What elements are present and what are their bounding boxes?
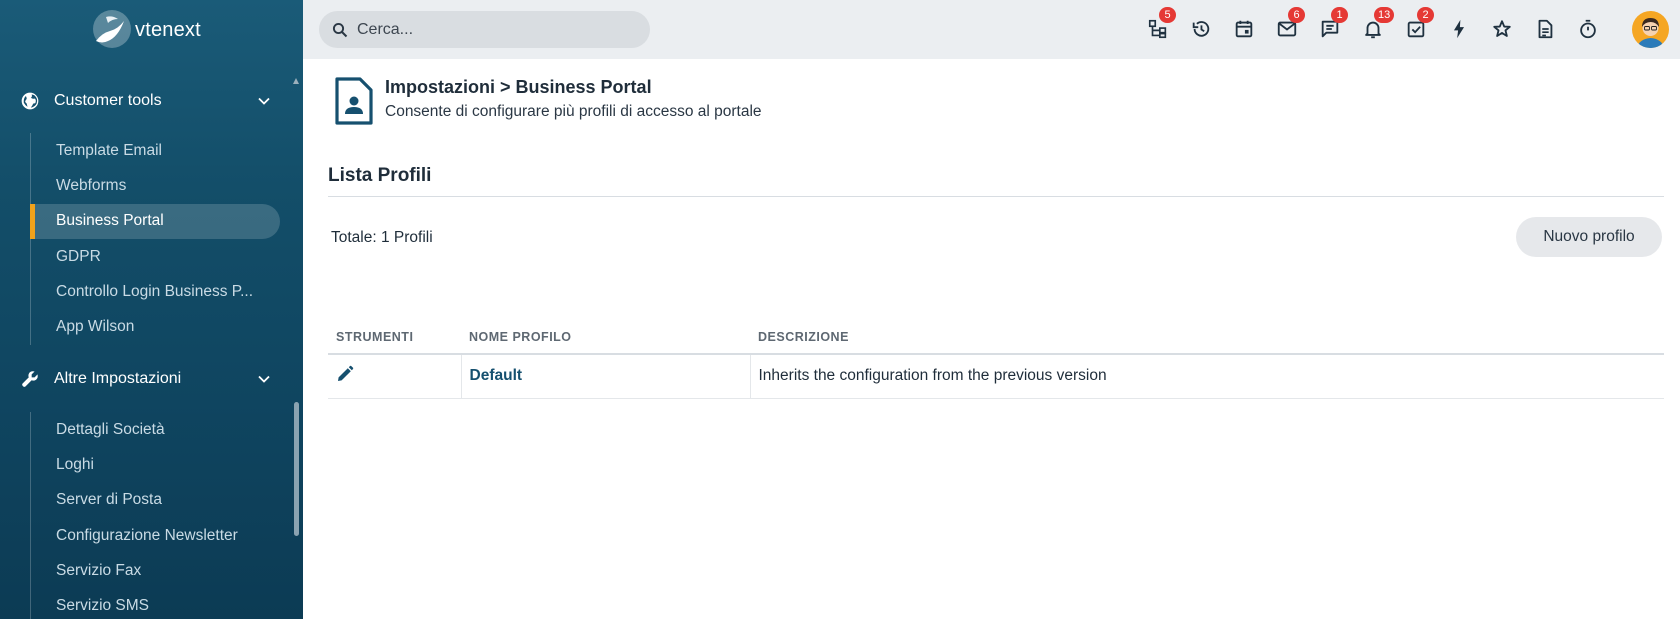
star-icon[interactable]: [1489, 16, 1515, 42]
section-altre-impostazioni[interactable]: Altre Impostazioni: [0, 357, 285, 401]
section-customer-tools[interactable]: Customer tools: [0, 79, 285, 123]
section-label: Altre Impostazioni: [54, 370, 182, 387]
notification-badge: 1: [1331, 7, 1348, 23]
mail-icon[interactable]: 6: [1274, 7, 1305, 42]
bell-icon[interactable]: 13: [1360, 7, 1395, 42]
sidebar-item-servizio-fax[interactable]: Servizio Fax: [31, 553, 280, 588]
document-icon[interactable]: [1532, 16, 1558, 42]
total-count: Totale: 1 Profili: [331, 229, 433, 246]
column-header-descrizione: DESCRIZIONE: [750, 321, 1664, 355]
scrollbar-thumb[interactable]: [294, 402, 299, 536]
vtenext-logo-icon: [93, 10, 131, 48]
notification-badge: 13: [1374, 7, 1395, 23]
lightning-icon[interactable]: [1446, 16, 1472, 42]
new-profile-button[interactable]: Nuovo profilo: [1516, 217, 1662, 257]
notification-badge: 2: [1417, 7, 1434, 23]
sidebar-item-servizio-sms[interactable]: Servizio SMS: [31, 588, 280, 619]
profile-name-cell: Default: [460, 354, 750, 399]
pencil-edit-icon[interactable]: [336, 365, 354, 383]
wrench-icon: [22, 371, 38, 387]
sidebar-item-app-wilson[interactable]: App Wilson: [31, 309, 280, 344]
avatar-icon: [1632, 11, 1669, 48]
profile-name-link[interactable]: Default: [470, 367, 523, 384]
main-content: Impostazioni > Business Portal Consente …: [303, 59, 1680, 619]
notification-badge: 5: [1159, 7, 1176, 23]
calendar-icon[interactable]: [1231, 16, 1257, 42]
profile-description-cell: Inherits the configuration from the prev…: [749, 354, 1664, 399]
sidebar-item-server-di-posta[interactable]: Server di Posta: [31, 483, 280, 518]
sidebar-item-loghi[interactable]: Loghi: [31, 447, 280, 482]
sidebar: vtenext Customer tools Template Email We…: [0, 0, 303, 619]
logo-text: vtenext: [135, 18, 201, 41]
altre-impostazioni-list: Dettagli Società Loghi Server di Posta C…: [30, 412, 280, 619]
sidebar-item-business-portal[interactable]: Business Portal: [30, 203, 280, 239]
timer-icon[interactable]: [1575, 16, 1601, 42]
scroll-up-arrow-icon[interactable]: [293, 78, 299, 84]
table-header-row: STRUMENTI NOME PROFILO DESCRIZIONE: [328, 321, 1664, 355]
section-divider: [328, 196, 1664, 197]
sidebar-scrollbar[interactable]: [293, 78, 301, 619]
chat-icon[interactable]: 1: [1317, 7, 1348, 42]
column-header-nome-profilo: NOME PROFILO: [461, 321, 750, 355]
page-subtitle: Consente di configurare più profili di a…: [385, 103, 762, 120]
profiles-table: STRUMENTI NOME PROFILO DESCRIZIONE Defau…: [328, 321, 1664, 399]
sidebar-item-dettagli-societa[interactable]: Dettagli Società: [31, 412, 280, 447]
contact-card-icon: [335, 77, 373, 125]
section-title: Lista Profili: [328, 165, 432, 186]
sidebar-item-newsletter[interactable]: Configurazione Newsletter: [31, 518, 280, 553]
column-header-strumenti: STRUMENTI: [328, 321, 461, 355]
notification-badge: 6: [1288, 7, 1305, 23]
page-title: Impostazioni > Business Portal: [385, 77, 652, 97]
sidebar-item-template-email[interactable]: Template Email: [31, 133, 280, 168]
history-icon[interactable]: [1188, 16, 1214, 42]
tasks-icon[interactable]: 2: [1403, 7, 1434, 42]
customer-tools-list: Template Email Webforms Business Portal …: [30, 133, 280, 345]
top-bar: 5 6 1 13 2: [303, 0, 1680, 59]
chevron-down-icon: [258, 97, 270, 105]
chevron-down-icon: [258, 375, 270, 383]
app-logo[interactable]: vtenext: [88, 6, 201, 54]
search-box: [319, 11, 650, 48]
sidebar-item-controllo-login[interactable]: Controllo Login Business P...: [31, 274, 280, 309]
user-avatar[interactable]: [1632, 11, 1669, 48]
globe-icon: [21, 92, 39, 110]
tools-cell: [328, 354, 461, 399]
sidebar-item-gdpr[interactable]: GDPR: [31, 239, 280, 274]
table-row: Default Inherits the configuration from …: [328, 354, 1664, 399]
search-icon[interactable]: [332, 22, 348, 38]
search-input[interactable]: [357, 11, 637, 48]
sidebar-item-webforms[interactable]: Webforms: [31, 168, 280, 203]
process-icon[interactable]: 5: [1145, 7, 1176, 42]
section-label: Customer tools: [54, 92, 162, 109]
